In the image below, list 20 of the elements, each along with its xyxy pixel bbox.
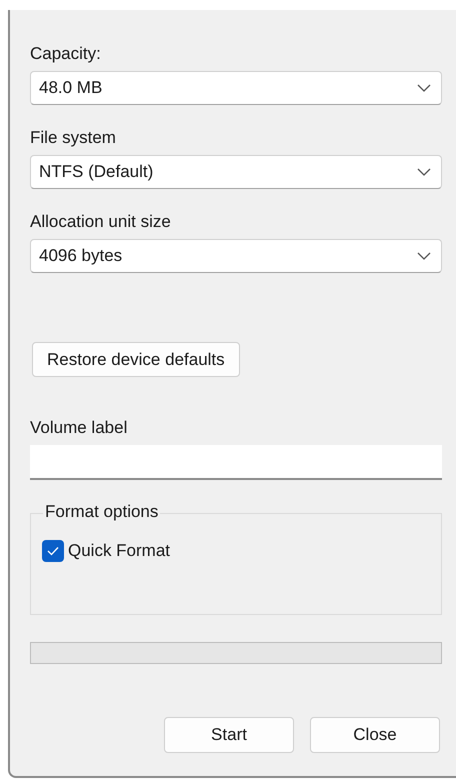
dropdown[interactable]: NTFS (Default) — [30, 155, 442, 189]
volume-label-caption: Volume label — [30, 417, 128, 439]
chevron-down-icon — [417, 168, 431, 176]
restore-defaults-button[interactable]: Restore device defaults — [32, 342, 240, 377]
chevron-down-icon — [417, 84, 431, 92]
dialog-button[interactable]: Close — [310, 717, 440, 753]
field-label: Allocation unit size — [30, 211, 171, 233]
dropdown[interactable]: 4096 bytes — [30, 239, 442, 273]
field-label: Capacity: — [30, 43, 101, 65]
dropdown-value: 4096 bytes — [39, 245, 122, 268]
dropdown-value: NTFS (Default) — [39, 161, 154, 184]
checkbox-label: Quick Format — [68, 540, 170, 562]
dropdown-value: 48.0 MB — [39, 77, 102, 100]
volume-label-field[interactable] — [30, 445, 442, 480]
checkbox[interactable] — [42, 540, 64, 562]
dialog-button[interactable]: Start — [164, 717, 294, 753]
dropdown[interactable]: 48.0 MB — [30, 71, 442, 105]
chevron-down-icon — [417, 252, 431, 260]
field-label: File system — [30, 127, 116, 149]
check-icon — [47, 546, 59, 556]
